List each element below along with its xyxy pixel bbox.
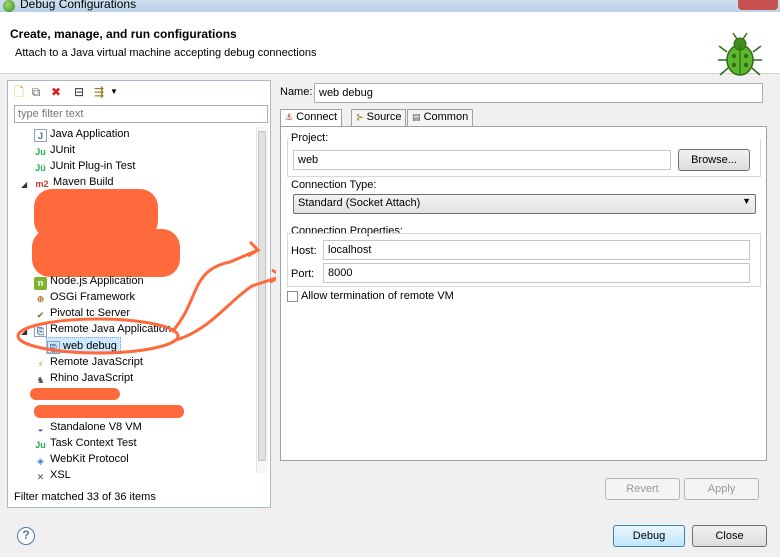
connect-icon: ⚓ [285, 112, 294, 122]
name-label: Name: [280, 86, 313, 98]
tree-item-maven-build[interactable]: m2 Maven Build [34, 174, 113, 190]
tab-common[interactable]: ▤ Common [407, 109, 474, 126]
tree-item-osgi-framework[interactable]: ⊕ OSGi Framework [34, 289, 135, 305]
tree-item-task-context-test[interactable]: Ju Task Context Test [34, 435, 136, 451]
tree-item-nodejs-application[interactable]: n Node.js Application [34, 273, 144, 290]
collapse-all-icon[interactable]: ⊟ [72, 85, 86, 99]
tree-item-remote-java-application[interactable]: ⎘ Remote Java Application [34, 321, 171, 337]
close-window-button[interactable] [738, 0, 778, 10]
tab-connect[interactable]: ⚓ Connect [280, 109, 343, 127]
redaction-mark [34, 405, 184, 418]
chevron-down-icon[interactable]: ▼ [107, 85, 121, 99]
xsl-icon: ✕ [36, 472, 45, 482]
tree-item-web-debug[interactable]: ⎘ web debug [46, 337, 121, 354]
java-app-icon: J [34, 129, 47, 142]
name-input[interactable] [314, 83, 763, 103]
revert-button[interactable]: Revert [605, 478, 680, 500]
tree-item-junit[interactable]: Ju JUnit [34, 142, 75, 158]
remote-java-icon: ⎘ [34, 324, 47, 337]
tree-item-standalone-v8-vm[interactable]: ◒ Standalone V8 VM [34, 419, 142, 435]
redaction-mark [32, 229, 180, 277]
filter-status: Filter matched 33 of 36 items [14, 491, 156, 503]
configuration-editor-panel: Name: ⚓ Connect ⊱ Source ▤ Common Projec… [276, 80, 776, 508]
delete-config-icon[interactable]: ✖ [49, 85, 63, 99]
dialog-header: Create, manage, and run configurations A… [0, 12, 780, 76]
filter-config-icon[interactable]: ⇶ [92, 85, 106, 99]
tree-item-junit-plugin-test[interactable]: Jü JUnit Plug-in Test [34, 158, 135, 174]
connect-tab-content: Project: Browse... Connection Type: Stan… [280, 126, 767, 461]
source-icon: ⊱ [356, 112, 364, 122]
host-input[interactable] [323, 240, 750, 260]
redaction-mark [30, 388, 120, 400]
connection-type-select[interactable]: Standard (Socket Attach) ▼ [293, 194, 756, 214]
header-title: Create, manage, and run configurations [10, 27, 237, 41]
expand-triangle-icon[interactable]: ◢ [21, 327, 27, 336]
tree-item-java-application[interactable]: J Java Application [34, 126, 130, 142]
tree-item-webkit-protocol[interactable]: ◈ WebKit Protocol [34, 451, 129, 467]
close-button[interactable]: Close [692, 525, 767, 547]
tree-item-pivotal-tc-server[interactable]: ✔ Pivotal tc Server [34, 305, 130, 321]
duplicate-config-icon[interactable]: ⧉ [29, 85, 43, 99]
chevron-down-icon: ▼ [742, 196, 751, 206]
project-input[interactable] [293, 150, 671, 170]
debug-button[interactable]: Debug [613, 525, 685, 547]
tree-scroll-thumb[interactable] [258, 131, 266, 461]
port-input[interactable] [323, 263, 750, 283]
tab-source[interactable]: ⊱ Source [351, 109, 407, 126]
browse-button[interactable]: Browse... [678, 149, 750, 171]
expand-triangle-icon[interactable]: ◢ [21, 180, 27, 189]
tree-item-xsl[interactable]: ✕ XSL [34, 467, 71, 483]
port-label: Port: [291, 268, 315, 280]
filter-input[interactable] [14, 105, 268, 123]
host-label: Host: [291, 245, 317, 257]
bug-icon [718, 32, 762, 76]
window-title: Debug Configurations [20, 0, 137, 11]
configuration-tree-panel: 🗋 ⧉ ✖ ⊟ ⇶ ▼ JJava Application JuJUnit Jü… [7, 80, 271, 508]
rhino-icon: ♞ [36, 375, 45, 385]
header-description: Attach to a Java virtual machine accepti… [15, 47, 317, 59]
debug-config-icon: ⎘ [47, 341, 60, 354]
connection-type-label: Connection Type: [291, 179, 377, 191]
allow-termination-label: Allow termination of remote VM [301, 290, 454, 302]
new-config-icon[interactable]: 🗋 [12, 85, 26, 99]
common-icon: ▤ [412, 112, 421, 122]
tree-item-rhino-javascript[interactable]: ♞ Rhino JavaScript [34, 370, 133, 386]
allow-termination-checkbox[interactable] [287, 291, 298, 302]
help-icon[interactable]: ? [17, 527, 35, 545]
apply-button[interactable]: Apply [684, 478, 759, 500]
tree-item-remote-javascript[interactable]: ⚡ Remote JavaScript [34, 354, 143, 370]
app-icon [3, 0, 15, 12]
